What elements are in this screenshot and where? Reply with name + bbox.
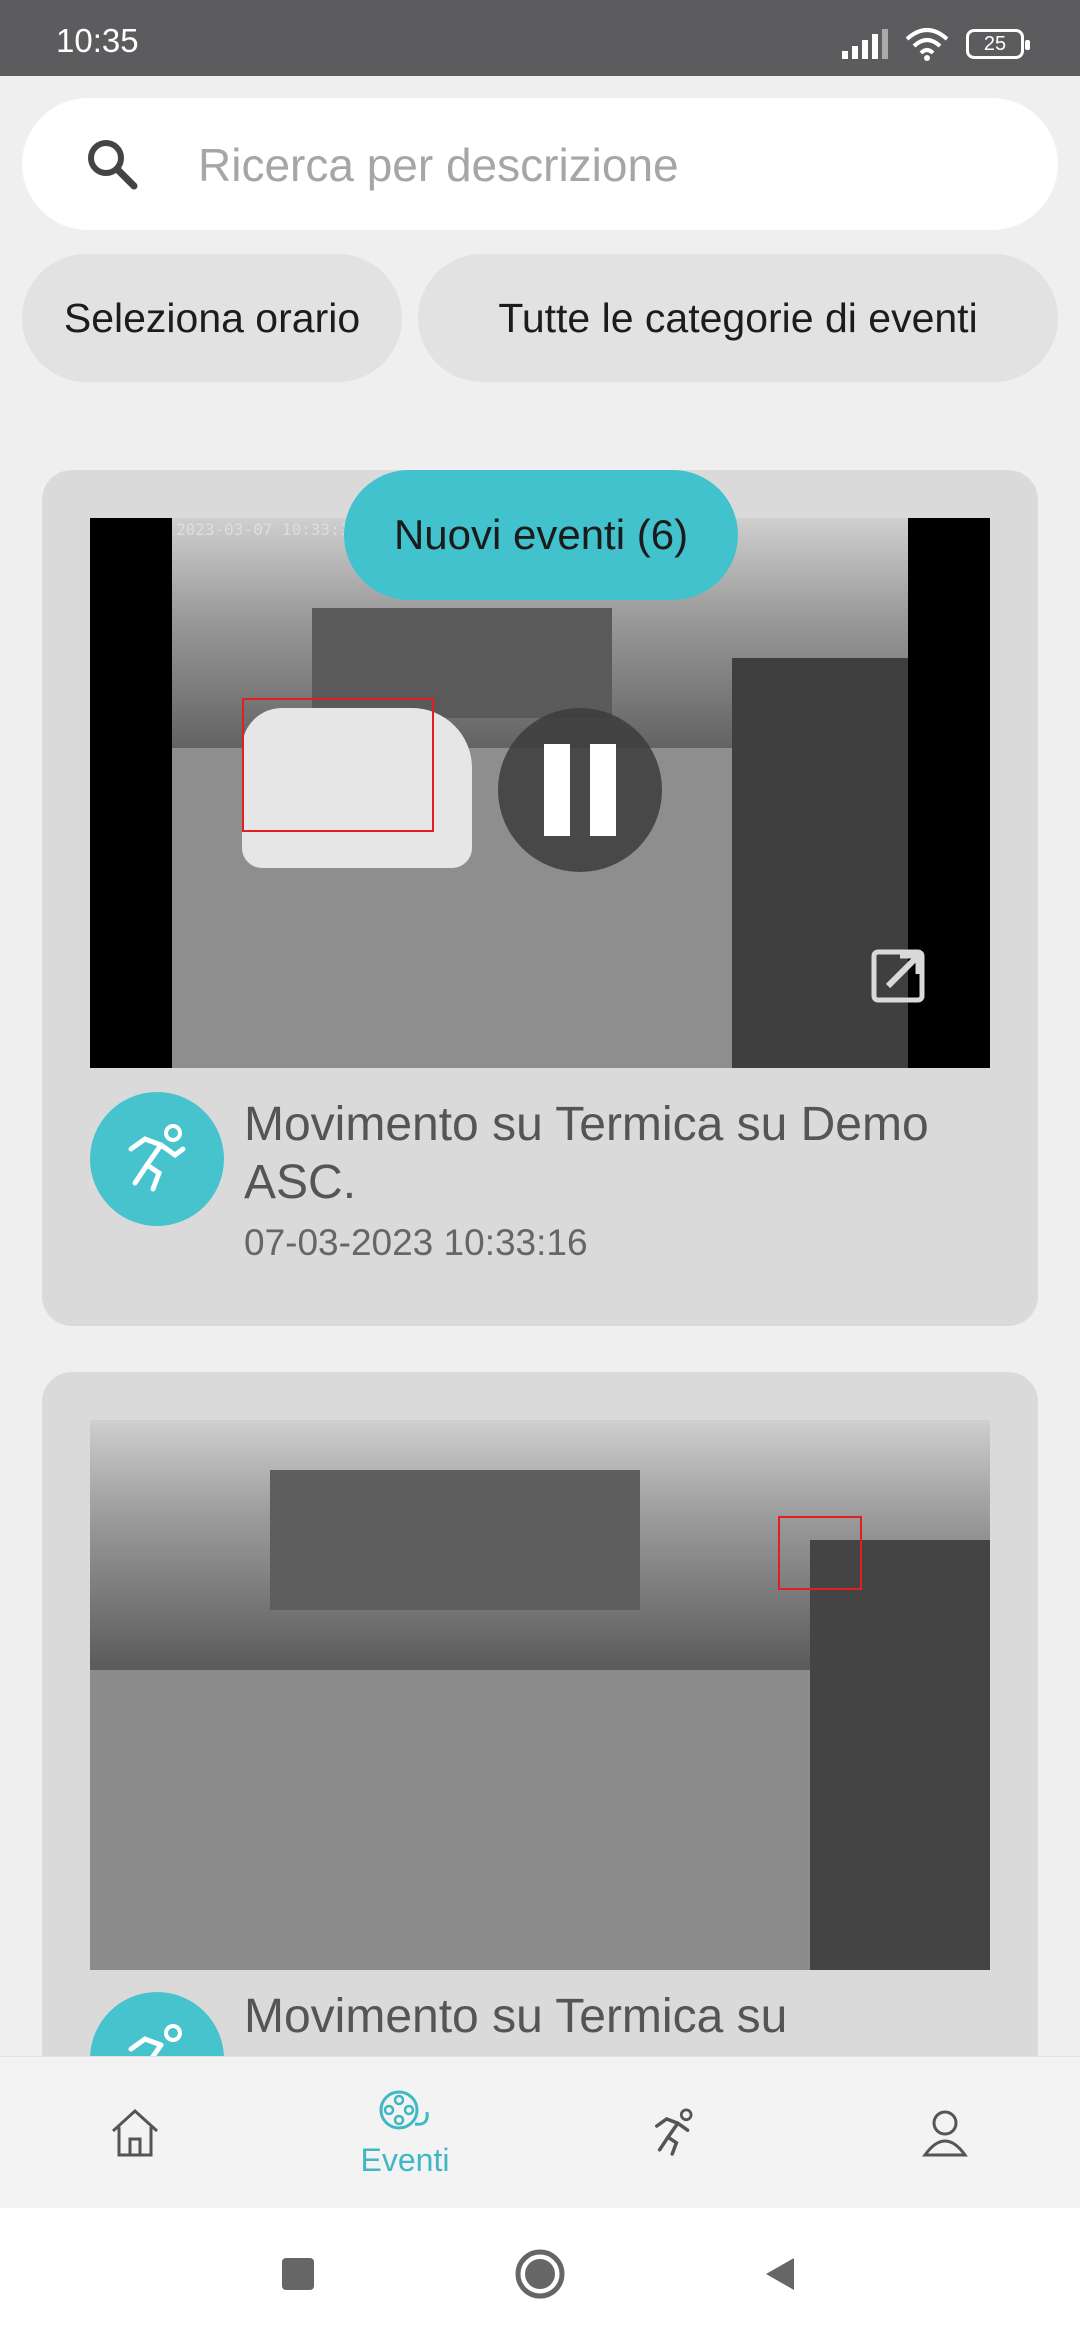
nav-motion[interactable]: [540, 2057, 810, 2209]
running-person-icon: [655, 2108, 693, 2156]
back-icon[interactable]: [760, 2254, 800, 2294]
status-bar: 10:35 25: [0, 0, 1080, 76]
detection-box: [778, 1516, 862, 1590]
event-video-player[interactable]: [90, 1420, 990, 1970]
battery-level: 25: [983, 32, 1007, 55]
event-title: Movimento su Termica su: [244, 1990, 788, 2043]
search-input[interactable]: Ricerca per descrizione: [198, 138, 679, 192]
status-icons: 25: [840, 24, 1030, 64]
nav-events-label: Eventi: [360, 2141, 450, 2178]
running-person-icon: [128, 1124, 186, 1192]
search-bar[interactable]: Ricerca per descrizione: [22, 98, 1058, 230]
nav-home[interactable]: [0, 2057, 270, 2209]
new-events-button[interactable]: Nuovi eventi (6): [344, 470, 738, 600]
event-title: Movimento su Termica su Demo ASC.: [244, 1098, 929, 1209]
nav-profile[interactable]: [810, 2057, 1080, 2209]
thermal-video-frame: [90, 1420, 990, 1970]
signal-icon: [842, 29, 888, 59]
film-reel-icon: [379, 2090, 429, 2129]
motion-event-avatar: [90, 1092, 224, 1226]
system-navigation-bar: [0, 2208, 1080, 2340]
battery-icon: 25: [966, 29, 1030, 59]
recent-apps-icon[interactable]: [278, 2254, 318, 2294]
search-icon: [88, 140, 138, 190]
event-timestamp: 07-03-2023 10:33:16: [244, 1222, 588, 1263]
event-video-player[interactable]: 2023-03-07 10:33:1: [90, 518, 990, 1068]
home-button-icon[interactable]: [514, 2248, 566, 2300]
user-icon: [922, 2110, 968, 2157]
bottom-navigation: Eventi: [0, 2056, 1080, 2209]
video-overlay-timestamp: 2023-03-07 10:33:1: [176, 520, 350, 539]
nav-events[interactable]: Eventi: [270, 2057, 540, 2209]
wifi-icon: [905, 28, 949, 61]
home-icon: [111, 2108, 159, 2157]
open-external-icon[interactable]: [868, 946, 928, 1006]
status-time: 10:35: [56, 22, 139, 59]
time-filter-chip[interactable]: Seleziona orario: [22, 254, 402, 382]
detection-box: [242, 698, 434, 832]
category-filter-chip[interactable]: Tutte le categorie di eventi: [418, 254, 1058, 382]
pause-button[interactable]: [498, 708, 662, 872]
